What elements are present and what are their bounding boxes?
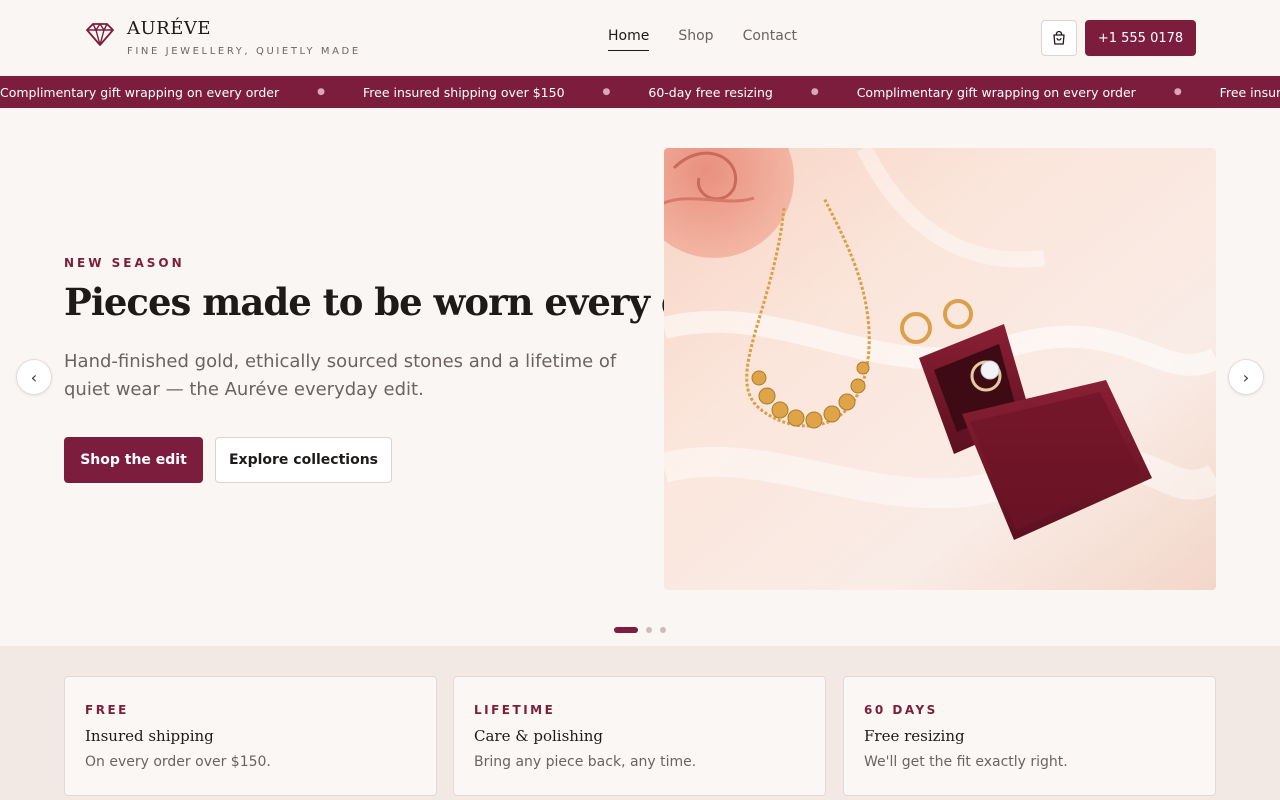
carousel-dot-1[interactable] [614,627,638,633]
feature-label: 60 DAYS [864,703,938,717]
ticker-separator: ● [602,87,611,97]
carousel-prev-button[interactable]: ‹ [16,359,52,395]
ticker-item: Free insured shipping over $150 [1219,84,1280,100]
hero-subtitle: Hand-finished gold, ethically sourced st… [64,351,617,400]
feature-desc: We'll get the fit exactly right. [864,754,1068,770]
feature-card-shipping: FREE Insured shipping On every order ove… [64,676,437,796]
feature-desc: On every order over $150. [85,754,271,770]
ticker-item: Complimentary gift wrapping on every ord… [0,84,280,100]
ticker-separator: ● [1173,87,1182,97]
main-nav: Home Shop Contact [608,28,797,51]
carousel-indicators [614,627,666,633]
feature-label: LIFETIME [474,703,556,717]
feature-desc: Bring any piece back, any time. [474,754,697,770]
features-band: FREE Insured shipping On every order ove… [0,646,1280,800]
ticker-separator: ● [810,87,819,97]
hero-title: Pieces made to be worn every day [64,280,730,324]
ticker-item: Free insured shipping over $150 [362,84,565,100]
feature-label: FREE [85,703,129,717]
brand[interactable]: AURÉVE FINE JEWELLERY, QUIETLY MADE [85,18,361,57]
carousel-next-button[interactable]: › [1228,359,1264,395]
hero-image [664,148,1216,590]
feature-title: Free resizing [864,727,965,745]
phone-button[interactable]: +1 555 0178 [1085,20,1196,56]
hero-eyebrow: NEW SEASON [64,256,185,270]
hero-carousel: NEW SEASON Pieces made to be worn every … [0,108,1280,646]
shopping-bag-icon [1053,30,1065,45]
cart-button[interactable] [1041,20,1077,56]
announcement-ticker: Complimentary gift wrapping on every ord… [0,76,1280,108]
brand-name: AURÉVE [127,18,211,39]
ticker-item: Complimentary gift wrapping on every ord… [856,84,1136,100]
explore-collections-button[interactable]: Explore collections [215,437,392,483]
brand-tagline: FINE JEWELLERY, QUIETLY MADE [127,46,361,57]
diamond-icon [86,23,114,46]
ticker-track: Complimentary gift wrapping on every ord… [0,76,1280,108]
feature-card-care: LIFETIME Care & polishing Bring any piec… [453,676,826,796]
feature-title: Care & polishing [474,727,604,745]
feature-title: Insured shipping [85,727,214,745]
feature-card-resizing: 60 DAYS Free resizing We'll get the fit … [843,676,1216,796]
ticker-separator: ● [317,87,325,97]
carousel-dot-3[interactable] [660,627,666,633]
shop-the-edit-button[interactable]: Shop the edit [64,437,203,483]
site-header: AURÉVE FINE JEWELLERY, QUIETLY MADE Home… [0,0,1280,76]
nav-contact[interactable]: Contact [743,28,797,51]
nav-shop[interactable]: Shop [678,28,713,51]
nav-home[interactable]: Home [608,28,650,51]
carousel-dot-2[interactable] [646,627,652,633]
ticker-item: 60-day free resizing [648,84,773,100]
